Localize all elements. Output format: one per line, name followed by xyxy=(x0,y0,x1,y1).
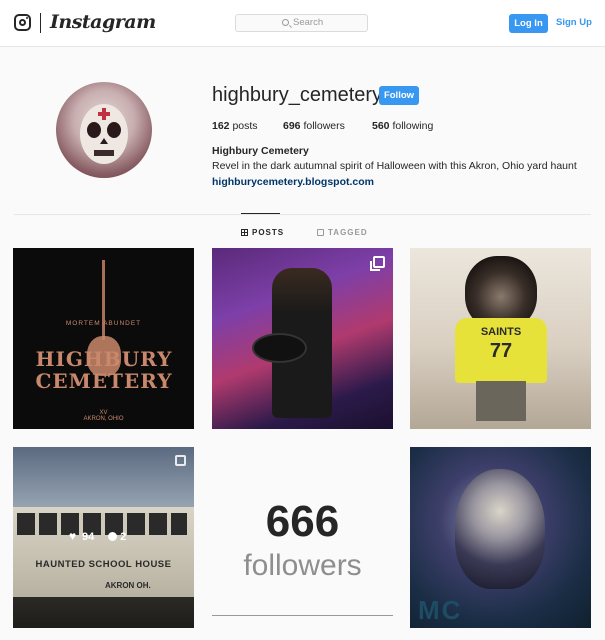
post-5-number: 666 xyxy=(265,497,340,546)
instagram-camera-icon[interactable] xyxy=(14,14,31,31)
tab-posts[interactable]: POSTS xyxy=(241,228,284,237)
top-navigation-bar: Instagram Search Log In Sign Up xyxy=(0,0,605,47)
post-thumbnail-6[interactable]: MC xyxy=(410,447,591,628)
skull-mask-avatar-image xyxy=(80,104,128,164)
post-1-footer: XV AKRON, OHIO xyxy=(13,410,194,422)
tab-posts-label: POSTS xyxy=(252,228,285,237)
post-thumbnail-3[interactable]: SAINTS 77 xyxy=(410,248,591,429)
bus-sign-text: HAUNTED SCHOOL HOUSE xyxy=(35,559,172,570)
following-count: 560 xyxy=(372,120,390,132)
following-stat[interactable]: 560 following xyxy=(372,120,433,132)
active-tab-indicator xyxy=(241,213,280,214)
post-thumbnail-1[interactable]: MORTEM ABUNDET HIGHBURY CEMETERY XV AKRO… xyxy=(13,248,194,429)
search-input[interactable]: Search xyxy=(235,14,368,32)
shirt-text: SAINTS xyxy=(480,326,522,338)
tab-tagged[interactable]: TAGGED xyxy=(317,228,368,237)
tab-tagged-label: TAGGED xyxy=(328,228,368,237)
post-hover-overlay: 94 2 xyxy=(69,529,127,543)
comments-count: 2 xyxy=(120,531,127,543)
shirt-number: 77 xyxy=(489,340,513,362)
heart-icon xyxy=(69,529,79,543)
guitar-graphic xyxy=(252,333,307,363)
post-5-rule xyxy=(212,615,393,616)
multiple-images-icon xyxy=(175,455,186,466)
post-1-motto: MORTEM ABUNDET xyxy=(65,320,142,327)
followers-count: 696 xyxy=(283,120,301,132)
following-label: following xyxy=(392,120,434,132)
post-thumbnail-4[interactable]: HAUNTED SCHOOL HOUSE AKRON OH. 94 2 xyxy=(13,447,194,628)
likes-count: 94 xyxy=(82,531,95,543)
post-1-footer-line2: AKRON, OHIO xyxy=(83,416,124,422)
login-button[interactable]: Log In xyxy=(509,14,548,33)
bus-city-text: AKRON OH. xyxy=(105,581,151,590)
instagram-wordmark[interactable]: Instagram xyxy=(50,11,156,33)
search-icon xyxy=(282,19,289,26)
tree-graphic xyxy=(102,260,105,340)
legs-graphic xyxy=(476,381,526,421)
multiple-images-icon xyxy=(370,256,385,271)
profile-bio: Revel in the dark autumnal spirit of Hal… xyxy=(212,160,577,172)
logo-divider xyxy=(40,13,41,33)
posts-count: 162 xyxy=(212,120,230,132)
profile-website-link[interactable]: highburycemetery.blogspot.com xyxy=(212,176,374,188)
post-1-title-line1: HIGHBURY xyxy=(35,347,173,371)
posts-label: posts xyxy=(232,120,258,132)
grid-icon xyxy=(241,229,248,236)
tag-icon xyxy=(317,229,324,236)
post-thumbnail-5[interactable]: 666 followers xyxy=(212,447,393,628)
profile-avatar[interactable] xyxy=(56,82,152,178)
post-5-word: followers xyxy=(243,549,362,582)
follow-button[interactable]: Follow xyxy=(379,86,419,105)
profile-username: highbury_cemetery xyxy=(212,84,383,106)
profile-full-name: Highbury Cemetery xyxy=(212,145,309,157)
search-placeholder: Search xyxy=(293,17,324,28)
post-1-title-line2: CEMETERY xyxy=(35,369,173,393)
comment-icon xyxy=(108,532,118,541)
signup-link[interactable]: Sign Up xyxy=(556,17,592,28)
posts-stat: 162 posts xyxy=(212,120,258,132)
followers-stat[interactable]: 696 followers xyxy=(283,120,345,132)
post-thumbnail-2[interactable] xyxy=(212,248,393,429)
followers-label: followers xyxy=(303,120,345,132)
tabs-divider xyxy=(14,214,591,215)
post-6-overlay-text: MC xyxy=(418,595,463,625)
post-1-title: HIGHBURY CEMETERY xyxy=(19,348,189,392)
mask-graphic xyxy=(455,469,545,589)
